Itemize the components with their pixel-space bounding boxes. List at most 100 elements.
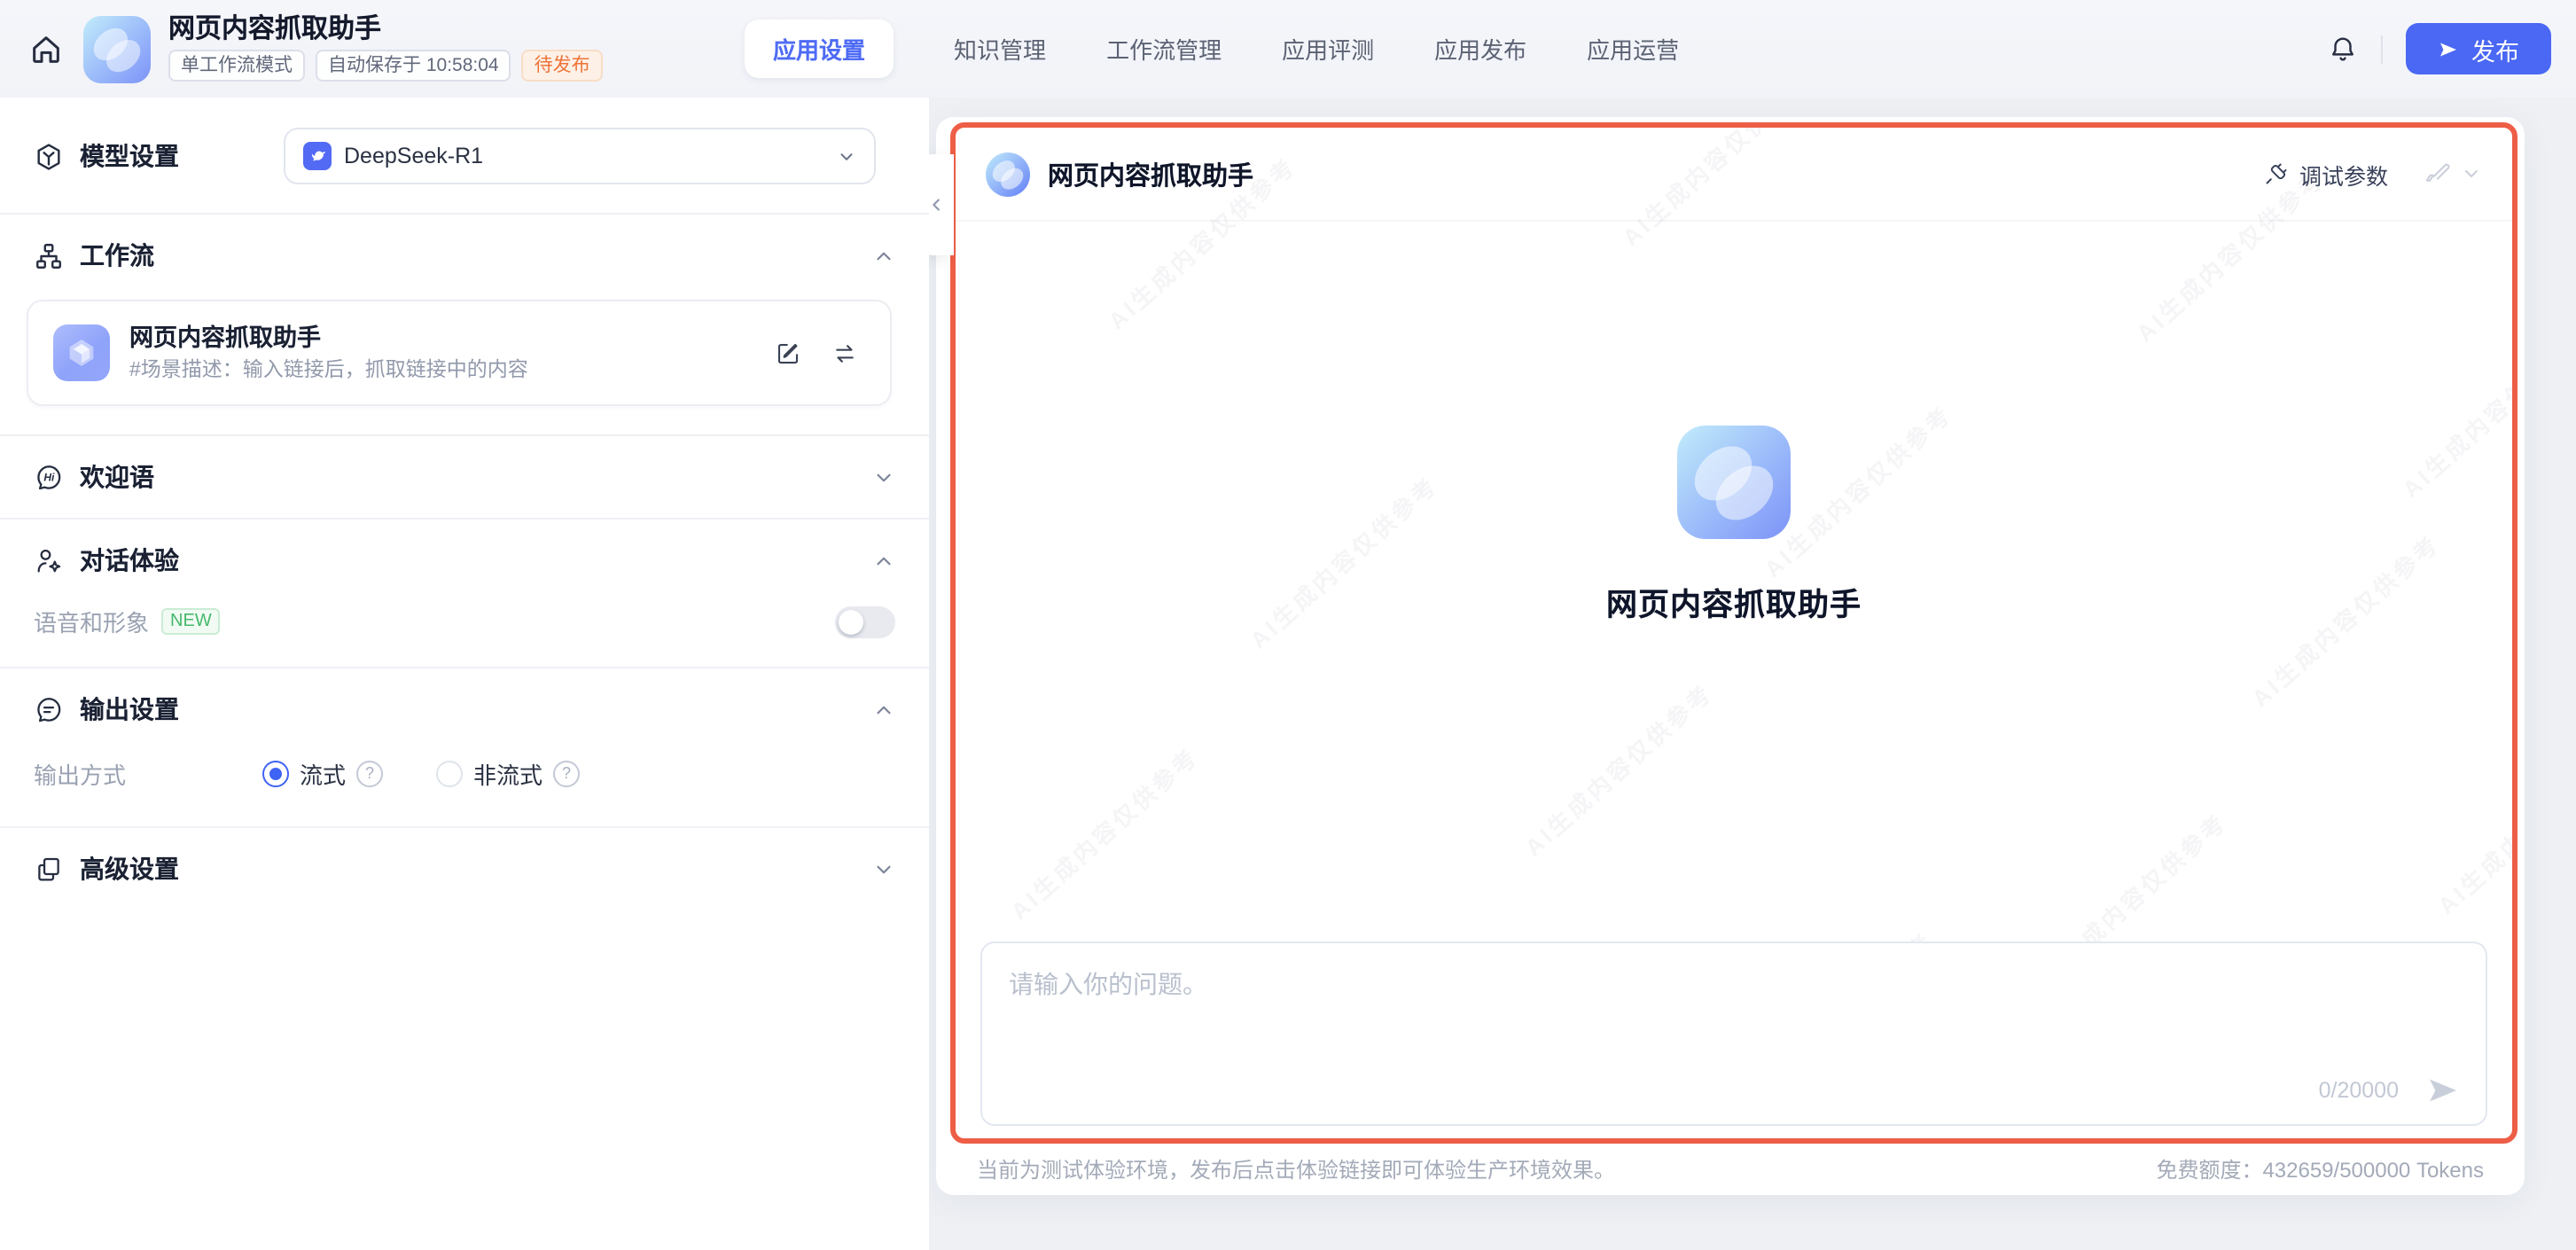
help-icon[interactable]: ? — [356, 761, 383, 787]
chat-experience-header[interactable]: 对话体验 — [0, 520, 929, 601]
workflow-card-icon — [53, 324, 110, 381]
preview-header: 网页内容抓取助手 调试参数 — [956, 128, 2512, 222]
radio-non-streaming[interactable]: 非流式 ? — [436, 757, 580, 791]
welcome-section-label: 欢迎语 — [80, 459, 154, 495]
debug-params-button[interactable]: 调试参数 — [2264, 157, 2388, 191]
tab-evaluation[interactable]: 应用评测 — [1282, 32, 1374, 66]
publish-label: 发布 — [2471, 31, 2519, 66]
workflow-section-header[interactable]: 工作流 — [0, 215, 929, 296]
radio-unselected-icon — [436, 761, 463, 787]
radio-non-streaming-label: 非流式 — [473, 757, 543, 791]
debug-params-label: 调试参数 — [2299, 157, 2388, 191]
voice-avatar-toggle[interactable] — [835, 605, 895, 637]
welcome-icon: Hi — [34, 462, 64, 492]
preview-title: 网页内容抓取助手 — [1048, 155, 1253, 192]
app-page: 网页内容抓取助手 单工作流模式 自动保存于 10:58:04 待发布 应用设置 … — [0, 0, 2576, 1250]
svg-text:Hi: Hi — [43, 471, 55, 483]
autosave-badge: 自动保存于 10:58:04 — [316, 50, 511, 82]
notification-bell-icon[interactable] — [2328, 34, 2358, 64]
deepseek-logo-icon — [303, 142, 332, 170]
tab-knowledge[interactable]: 知识管理 — [954, 32, 1046, 66]
chat-experience-label: 对话体验 — [80, 543, 179, 578]
tab-operation[interactable]: 应用运营 — [1587, 32, 1679, 66]
model-select-value: DeepSeek-R1 — [344, 144, 483, 168]
empty-state-title: 网页内容抓取助手 — [1606, 582, 1862, 626]
watermark-text: AI生成内容仅供参考 — [1516, 675, 1719, 863]
output-icon — [34, 694, 64, 724]
chevron-up-icon[interactable] — [872, 549, 895, 572]
preview-highlight-ring: AI生成内容仅供参考AI生成内容仅供参考AI生成内容仅供参考AI生成内容仅供参考… — [950, 122, 2517, 1144]
send-icon — [2438, 38, 2459, 59]
mode-badge: 单工作流模式 — [168, 50, 305, 82]
output-mode-row: 输出方式 流式 ? 非流式 ? — [0, 750, 929, 826]
workflow-card[interactable]: 网页内容抓取助手 #场景描述：输入链接后，抓取链接中的内容 — [27, 300, 892, 406]
chevron-down-icon — [837, 146, 856, 166]
nav-tabs: 应用设置 知识管理 工作流管理 应用评测 应用发布 应用运营 — [745, 0, 1679, 98]
model-icon — [34, 141, 64, 171]
preview-card: AI生成内容仅供参考AI生成内容仅供参考AI生成内容仅供参考AI生成内容仅供参考… — [936, 117, 2525, 1195]
advanced-section: 高级设置 — [0, 826, 929, 910]
model-settings-row: 模型设置 DeepSeek-R1 — [0, 98, 929, 213]
empty-state-app-icon — [1677, 426, 1791, 539]
voice-avatar-row: 语音和形象 NEW — [0, 601, 929, 667]
workflow-icon — [34, 240, 64, 270]
radio-streaming[interactable]: 流式 ? — [262, 757, 383, 791]
workflow-section-label: 工作流 — [80, 238, 154, 273]
advanced-icon — [34, 854, 64, 884]
char-counter: 0/20000 — [2319, 1078, 2399, 1103]
tab-workflow-mgmt[interactable]: 工作流管理 — [1106, 32, 1222, 66]
radio-selected-icon — [262, 761, 289, 787]
settings-sidebar: 模型设置 DeepSeek-R1 工作流 — [0, 98, 929, 1250]
chevron-down-icon[interactable] — [2461, 163, 2482, 184]
watermark-text: AI生成内容仅供参考 — [1002, 738, 1205, 926]
env-note: 当前为测试体验环境，发布后点击体验链接即可体验生产环境效果。 — [977, 1154, 1615, 1184]
token-quota: 免费额度：432659/500000 Tokens — [2156, 1154, 2484, 1184]
workflow-card-description: #场景描述：输入链接后，抓取链接中的内容 — [129, 358, 755, 383]
model-settings-label: 模型设置 — [80, 138, 179, 174]
status-badge: 待发布 — [522, 50, 603, 82]
app-icon — [83, 15, 151, 82]
chevron-up-icon[interactable] — [872, 244, 895, 267]
chevron-up-icon[interactable] — [872, 698, 895, 721]
advanced-section-header[interactable]: 高级设置 — [0, 828, 929, 910]
persona-icon — [34, 545, 64, 575]
watermark-text: AI生成内容仅供参考 — [2429, 733, 2512, 921]
output-mode-label: 输出方式 — [34, 757, 262, 791]
home-button[interactable] — [21, 24, 71, 74]
header-divider — [2381, 35, 2383, 63]
output-section-label: 输出设置 — [80, 691, 179, 727]
help-icon[interactable]: ? — [553, 761, 580, 787]
chevron-down-icon[interactable] — [872, 857, 895, 880]
edit-icon[interactable] — [775, 340, 801, 366]
model-select[interactable]: DeepSeek-R1 — [284, 128, 876, 184]
empty-state: 网页内容抓取助手 — [956, 426, 2512, 626]
chat-input-field[interactable] — [982, 943, 2486, 1124]
send-message-icon[interactable] — [2425, 1073, 2461, 1108]
swap-icon[interactable] — [831, 340, 858, 366]
preview-app-icon — [986, 152, 1030, 196]
home-icon — [28, 31, 64, 66]
preview-footer: 当前为测试体验环境，发布后点击体验链接即可体验生产环境效果。 免费额度：4326… — [936, 1144, 2525, 1195]
workflow-section: 工作流 网页内容抓取助手 #场景描述：输入链接后，抓取链接中的内容 — [0, 213, 929, 406]
radio-streaming-label: 流式 — [300, 757, 346, 791]
welcome-section-header[interactable]: Hi 欢迎语 — [0, 436, 929, 518]
plug-icon — [2264, 161, 2289, 186]
tab-app-settings[interactable]: 应用设置 — [745, 20, 894, 78]
voice-avatar-label: 语音和形象 — [34, 605, 149, 638]
tab-publish[interactable]: 应用发布 — [1434, 32, 1526, 66]
workflow-card-title: 网页内容抓取助手 — [129, 323, 755, 353]
publish-button[interactable]: 发布 — [2406, 23, 2551, 74]
new-badge: NEW — [161, 608, 221, 635]
output-section-header[interactable]: 输出设置 — [0, 668, 929, 750]
chat-input-box: 0/20000 — [980, 941, 2487, 1126]
output-section: 输出设置 输出方式 流式 ? 非流式 — [0, 667, 929, 826]
chevron-left-icon — [926, 195, 946, 215]
brush-icon[interactable] — [2424, 160, 2450, 187]
chat-experience-section: 对话体验 语音和形象 NEW — [0, 518, 929, 667]
app-title: 网页内容抓取助手 — [168, 16, 603, 44]
welcome-section: Hi 欢迎语 — [0, 434, 929, 518]
chevron-down-icon[interactable] — [872, 465, 895, 488]
preview-region: AI生成内容仅供参考AI生成内容仅供参考AI生成内容仅供参考AI生成内容仅供参考… — [929, 98, 2576, 1250]
advanced-section-label: 高级设置 — [80, 851, 179, 887]
top-header: 网页内容抓取助手 单工作流模式 自动保存于 10:58:04 待发布 应用设置 … — [0, 0, 2576, 98]
